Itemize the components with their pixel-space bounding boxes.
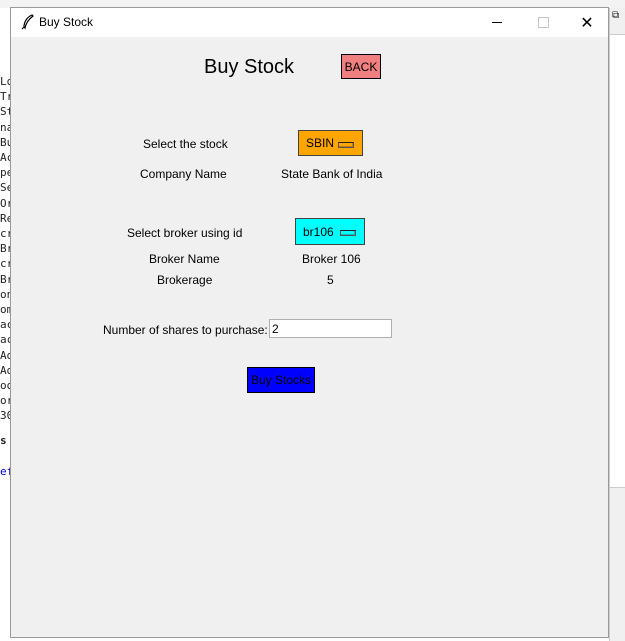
close-icon: ✕ xyxy=(580,12,594,32)
background-code-line: on xyxy=(0,287,10,301)
background-code-line: Or xyxy=(0,196,10,210)
background-code-line: Re xyxy=(0,211,10,225)
background-code-line: Br xyxy=(0,272,10,286)
background-code-line: Ad xyxy=(0,363,10,377)
shares-input[interactable] xyxy=(269,319,392,338)
brokerage-value: 5 xyxy=(327,273,334,287)
background-code-line: Bu xyxy=(0,135,10,149)
background-code-line: Ac xyxy=(0,151,10,164)
background-code-line: ef xyxy=(0,465,10,478)
background-code-line: Se xyxy=(0,181,10,195)
stock-select-value: SBIN xyxy=(306,136,335,150)
background-code-line: 30 xyxy=(0,409,10,423)
background-editor-code: Lo Tr St na Bu Ac pe Se Or Re cr Br cr Br on om ac ac Ad Ad… xyxy=(0,8,10,641)
brokerage-label: Brokerage xyxy=(157,273,213,287)
page-title: Buy Stock xyxy=(204,56,295,78)
select-stock-label: Select the stock xyxy=(143,137,228,151)
feather-icon xyxy=(21,14,34,30)
broker-name-label: Broker Name xyxy=(149,252,220,266)
minimize-icon xyxy=(492,22,502,23)
shares-label: Number of shares to purchase: xyxy=(103,323,268,337)
background-code-line: s xyxy=(0,434,7,447)
stock-select[interactable]: SBIN xyxy=(298,130,363,156)
background-code-line: Ad xyxy=(0,348,10,362)
scroll-track xyxy=(610,34,625,488)
minimize-button[interactable] xyxy=(474,8,520,37)
background-code-line: Tr xyxy=(0,90,10,104)
background-code-line: Br xyxy=(0,242,10,256)
broker-select-value: br106 xyxy=(303,224,334,239)
background-code-line: ac xyxy=(0,333,10,347)
background-code-line: cr xyxy=(0,257,10,271)
maximize-icon xyxy=(537,17,549,28)
broker-name-value: Broker 106 xyxy=(302,252,361,266)
buy-stock-form: Buy Stock BACK Select the stock SBIN Com… xyxy=(11,37,608,639)
close-button[interactable]: ✕ xyxy=(564,8,610,37)
dropdown-indicator-icon xyxy=(340,230,356,236)
buy-stock-window: Buy Stock ✕ Buy Stock BACK Select the st… xyxy=(10,7,609,638)
background-code-line: cr xyxy=(0,227,10,240)
select-broker-label: Select broker using id xyxy=(127,226,243,240)
dropdown-indicator-icon xyxy=(338,142,354,148)
background-code-line: Lo xyxy=(0,75,10,88)
back-button[interactable]: BACK xyxy=(341,54,381,79)
background-editor-scrollbar: ⧉ xyxy=(609,8,625,641)
company-name-value: State Bank of India xyxy=(281,167,383,181)
maximize-button[interactable] xyxy=(520,8,566,37)
background-code-line: St xyxy=(0,105,10,119)
background-code-line: pe xyxy=(0,166,10,180)
background-code-line: om xyxy=(0,303,10,316)
company-name-label: Company Name xyxy=(140,167,227,181)
window-title: Buy Stock xyxy=(39,15,94,29)
title-bar: Buy Stock ✕ xyxy=(11,8,608,37)
broker-select[interactable]: br106 xyxy=(295,218,365,245)
background-code-line: ac xyxy=(0,318,10,332)
background-code-line: na xyxy=(0,120,10,134)
restore-icon: ⧉ xyxy=(612,10,620,21)
buy-stocks-button[interactable]: Buy Stocks xyxy=(247,367,315,393)
background-code-line: or xyxy=(0,394,10,408)
background-code-line: oo xyxy=(0,379,10,392)
